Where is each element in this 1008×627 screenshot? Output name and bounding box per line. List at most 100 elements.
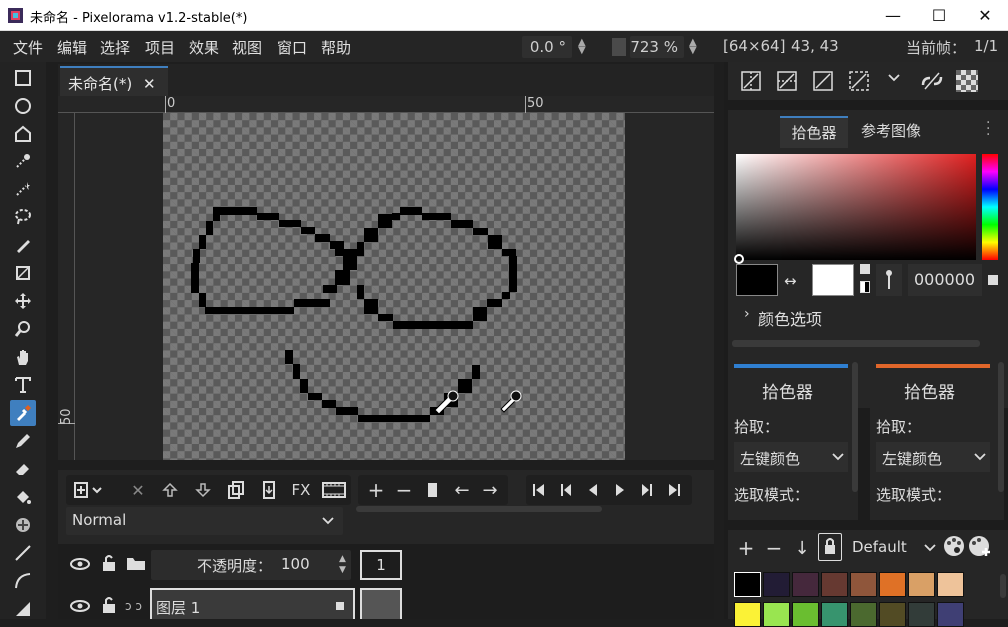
pixel-perfect-icon[interactable] bbox=[812, 70, 834, 92]
previous-frame-icon[interactable] bbox=[555, 478, 577, 502]
color-select-icon[interactable] bbox=[10, 148, 36, 174]
rectangle-icon[interactable] bbox=[10, 596, 36, 622]
palette-add-icon[interactable] bbox=[968, 534, 992, 558]
reset-colors-icon[interactable] bbox=[860, 281, 870, 293]
vertical-mirror-icon[interactable] bbox=[776, 70, 798, 92]
layer-eye-icon[interactable] bbox=[70, 599, 90, 613]
palette-swatch[interactable] bbox=[908, 602, 935, 627]
palette-swatch[interactable] bbox=[763, 572, 790, 597]
palette-swatch[interactable] bbox=[792, 572, 819, 597]
link-tools-icon[interactable] bbox=[920, 70, 944, 92]
tab-close-icon[interactable]: ✕ bbox=[143, 75, 156, 93]
maximize-button[interactable]: ☐ bbox=[916, 0, 962, 31]
add-layer-icon[interactable] bbox=[70, 478, 106, 502]
palette-edit-icon[interactable] bbox=[942, 534, 966, 558]
move-layer-down-icon[interactable] bbox=[191, 478, 215, 502]
palette-select[interactable]: Default bbox=[848, 534, 940, 560]
left-pick-mode-select[interactable]: 左键颜色 bbox=[734, 442, 848, 472]
layer-lock-icon[interactable] bbox=[100, 596, 118, 614]
blend-mode-select[interactable]: Normal bbox=[66, 507, 343, 535]
close-window-button[interactable]: ✕ bbox=[962, 0, 1008, 31]
clone-frame-icon[interactable] bbox=[420, 478, 444, 502]
palette-scrollbar[interactable] bbox=[1000, 574, 1006, 598]
rotation-stepper[interactable]: ▲ ▼ bbox=[578, 38, 586, 56]
move-frame-left-icon[interactable]: ← bbox=[450, 478, 474, 502]
layer-fx-icon[interactable]: FX bbox=[287, 478, 315, 502]
palette-swatch[interactable] bbox=[734, 572, 761, 597]
zoom-stepper[interactable]: ▲ ▼ bbox=[689, 38, 697, 56]
color-options-label[interactable]: 颜色选项 bbox=[758, 306, 822, 330]
canvas-viewport[interactable] bbox=[75, 113, 714, 460]
opacity-slider[interactable]: 不透明度： 100 ▲ ▼ bbox=[151, 550, 351, 580]
zoom-field[interactable]: 723 % bbox=[630, 36, 684, 58]
color-cursor[interactable] bbox=[734, 254, 744, 264]
remove-layer-icon[interactable]: ✕ bbox=[126, 478, 150, 502]
move-layer-up-icon[interactable] bbox=[158, 478, 182, 502]
rotation-field[interactable]: 0.0 ° bbox=[522, 36, 572, 58]
cel-thumbnail[interactable] bbox=[360, 588, 402, 619]
palette-swatch[interactable] bbox=[879, 572, 906, 597]
clipping-mask-icon[interactable] bbox=[125, 554, 147, 572]
next-frame-icon[interactable] bbox=[636, 478, 658, 502]
right-pick-mode-select[interactable]: 左键颜色 bbox=[876, 442, 990, 472]
palette-swatch[interactable] bbox=[763, 602, 790, 627]
remove-palette-button[interactable]: − bbox=[764, 536, 784, 560]
ellipse-select-icon[interactable] bbox=[10, 93, 36, 119]
reset-colors-white-icon[interactable] bbox=[860, 264, 870, 274]
color-picker-icon[interactable] bbox=[10, 400, 36, 426]
color-panel-scrollbar[interactable] bbox=[732, 340, 980, 347]
eraser-icon[interactable] bbox=[10, 456, 36, 482]
add-palette-button[interactable]: + bbox=[736, 536, 756, 560]
palette-swatch[interactable] bbox=[821, 602, 848, 627]
hex-input[interactable]: 000000 bbox=[908, 264, 982, 296]
left-tool-scrollbar[interactable] bbox=[852, 362, 858, 492]
merge-down-icon[interactable] bbox=[257, 478, 281, 502]
shading-icon[interactable] bbox=[10, 512, 36, 538]
right-tool-scrollbar[interactable] bbox=[998, 362, 1004, 492]
palette-swatch[interactable] bbox=[937, 572, 964, 597]
text-icon[interactable] bbox=[10, 372, 36, 398]
eye-icon[interactable] bbox=[70, 557, 90, 571]
layer-row-1[interactable]: 图层 1 bbox=[150, 588, 355, 619]
alpha-lock-icon[interactable] bbox=[848, 70, 870, 92]
rectangle-select-icon[interactable] bbox=[10, 65, 36, 91]
bucket-icon[interactable] bbox=[10, 484, 36, 510]
pen-select-icon[interactable] bbox=[10, 232, 36, 258]
tab-color-picker[interactable]: 拾色器 bbox=[780, 116, 848, 148]
layer-link-icon[interactable]: ↄ ↄ bbox=[125, 599, 142, 613]
magic-wand-icon[interactable] bbox=[10, 176, 36, 202]
eyedropper-button[interactable] bbox=[876, 264, 902, 296]
polygon-select-icon[interactable] bbox=[10, 121, 36, 147]
saturation-value-picker[interactable] bbox=[736, 154, 976, 260]
menu-edit[interactable]: 编辑 bbox=[57, 37, 87, 58]
palette-swatch[interactable] bbox=[937, 602, 964, 627]
tab-reference-images[interactable]: 参考图像 bbox=[852, 116, 930, 148]
palette-swatch[interactable] bbox=[908, 572, 935, 597]
menu-help[interactable]: 帮助 bbox=[321, 37, 351, 58]
tab-untitled[interactable]: 未命名(*) ✕ bbox=[60, 66, 168, 96]
menu-view[interactable]: 视图 bbox=[232, 37, 262, 58]
panel-menu-icon[interactable]: · · · bbox=[986, 116, 990, 142]
menu-window[interactable]: 窗口 bbox=[277, 37, 307, 58]
line-icon[interactable] bbox=[10, 540, 36, 566]
remove-frame-button[interactable]: − bbox=[392, 478, 416, 502]
move-frame-right-icon[interactable]: → bbox=[478, 478, 502, 502]
play-backwards-icon[interactable] bbox=[582, 478, 604, 502]
clone-layer-icon[interactable] bbox=[224, 478, 248, 502]
play-forward-icon[interactable] bbox=[609, 478, 631, 502]
curve-icon[interactable] bbox=[10, 568, 36, 594]
primary-color-swatch[interactable] bbox=[736, 264, 778, 296]
pencil-icon[interactable] bbox=[10, 428, 36, 454]
crop-icon[interactable] bbox=[10, 260, 36, 286]
minimize-button[interactable]: — bbox=[870, 0, 916, 31]
horizontal-mirror-icon[interactable] bbox=[740, 70, 762, 92]
menu-select[interactable]: 选择 bbox=[100, 37, 130, 58]
palette-swatch[interactable] bbox=[850, 602, 877, 627]
color-options-chevron-icon[interactable]: › bbox=[744, 306, 750, 322]
palette-lock-icon[interactable] bbox=[818, 533, 842, 561]
drawing-canvas[interactable] bbox=[163, 113, 625, 460]
zoom-icon[interactable] bbox=[10, 316, 36, 342]
menu-project[interactable]: 项目 bbox=[145, 37, 175, 58]
lock-icon[interactable] bbox=[100, 554, 118, 572]
frame-button-1[interactable]: 1 bbox=[360, 550, 402, 580]
